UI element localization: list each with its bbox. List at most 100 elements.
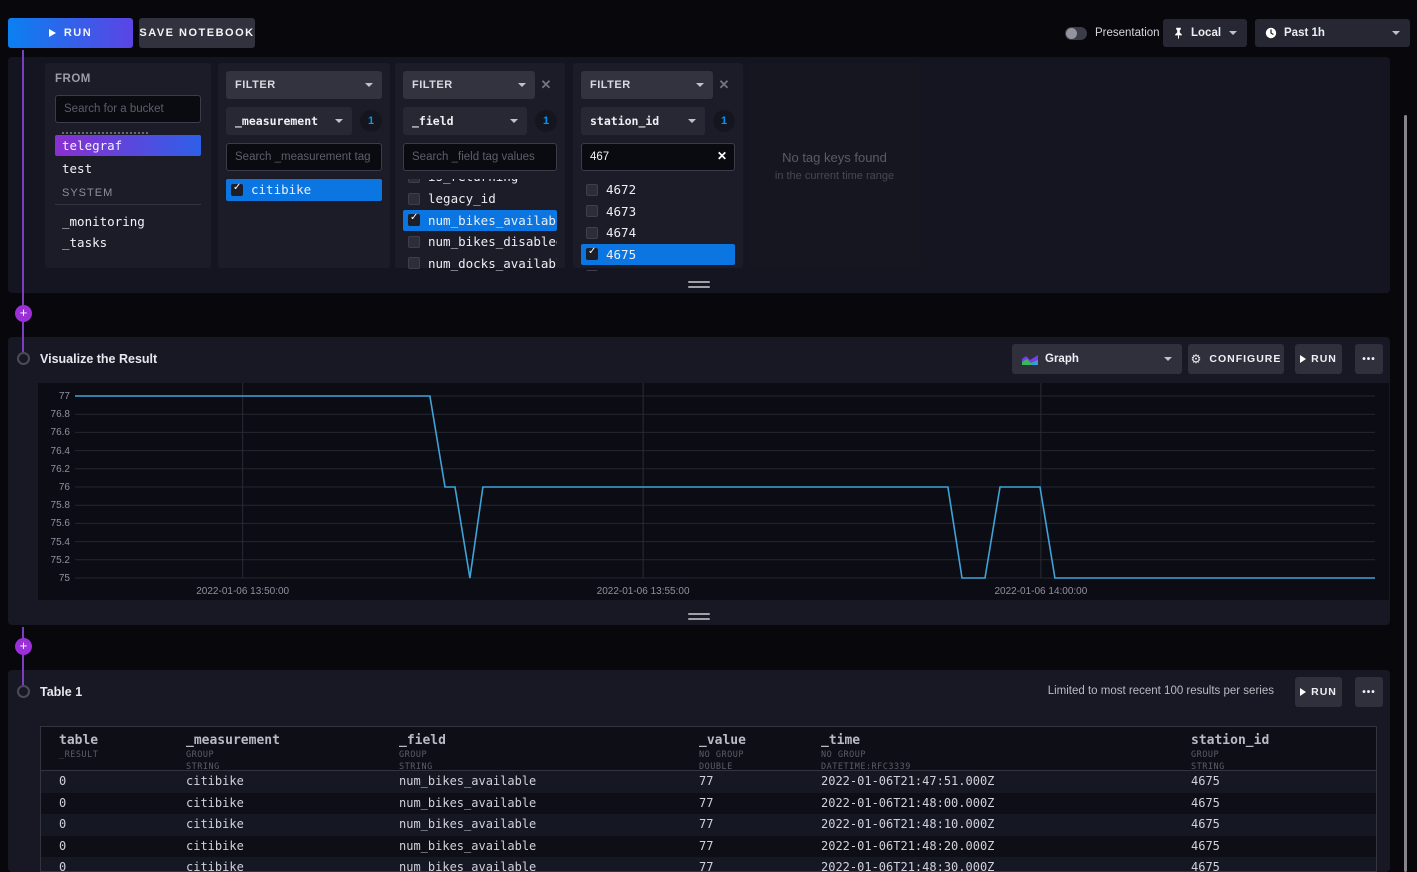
checkbox[interactable] xyxy=(408,179,420,183)
table-column-header: _timeNO GROUPDATETIME:RFC3339 xyxy=(803,727,1173,777)
close-icon[interactable]: ✕ xyxy=(535,77,557,93)
filter-value-row[interactable]: 4672 xyxy=(581,179,735,201)
checkbox[interactable] xyxy=(586,270,598,271)
play-icon xyxy=(1300,355,1306,363)
filter-value-row[interactable]: citibike xyxy=(226,179,382,201)
play-icon xyxy=(49,29,56,37)
table-cell: 4675 xyxy=(1173,836,1376,858)
chevron-down-icon xyxy=(1229,31,1237,35)
line-chart: 7776.876.676.476.27675.875.675.475.27520… xyxy=(38,383,1389,600)
filter-type-dropdown[interactable]: FILTER xyxy=(403,71,535,99)
station-search-input[interactable] xyxy=(581,143,735,171)
checkbox[interactable] xyxy=(586,227,598,239)
filter-value-row[interactable]: 4675 xyxy=(581,244,735,266)
filter-card-field: FILTER ✕ _field 1 is_returninglegacy_idn… xyxy=(395,63,565,268)
checkbox[interactable] xyxy=(408,236,420,248)
tag-key-dropdown[interactable]: _measurement xyxy=(226,107,352,135)
selected-count-badge: 1 xyxy=(360,110,382,132)
filter-type-dropdown[interactable]: FILTER xyxy=(226,71,382,99)
save-notebook-label: SAVE NOTEBOOK xyxy=(139,27,254,39)
play-icon xyxy=(1300,688,1306,696)
y-axis-tick-label: 75.6 xyxy=(38,518,70,529)
filter-value-label: num_bikes_available xyxy=(428,213,557,228)
add-cell-button[interactable]: + xyxy=(15,305,32,322)
y-axis-tick-label: 76.2 xyxy=(38,464,70,475)
close-icon[interactable]: ✕ xyxy=(713,77,735,93)
table-cell: num_bikes_available xyxy=(381,857,681,872)
checkbox[interactable] xyxy=(231,184,243,196)
time-range-label: Past 1h xyxy=(1284,27,1325,39)
filter-value-row[interactable]: num_bikes_disabled xyxy=(403,231,557,253)
filter-value-row[interactable]: 4673 xyxy=(581,201,735,223)
checkbox[interactable] xyxy=(586,205,598,217)
bucket-item[interactable]: _monitoring xyxy=(55,211,201,232)
checkbox[interactable] xyxy=(586,184,598,196)
filter-value-row[interactable]: is_returning xyxy=(403,179,557,188)
table-cell: 77 xyxy=(681,771,803,793)
bucket-item[interactable]: telegraf xyxy=(55,135,201,156)
pin-icon xyxy=(1173,27,1184,39)
measurement-search-input[interactable] xyxy=(226,143,382,171)
table-cell: 0 xyxy=(41,836,168,858)
run-cell-button[interactable]: RUN xyxy=(1295,344,1342,374)
table-cell: 77 xyxy=(681,857,803,872)
filter-value-row[interactable]: num_bikes_available xyxy=(403,210,557,232)
table-cell: 4675 xyxy=(1173,793,1376,815)
field-search-input[interactable] xyxy=(403,143,557,171)
filter-title: FILTER xyxy=(235,79,276,91)
x-axis-tick-label: 2022-01-06 14:00:00 xyxy=(971,586,1111,597)
filter-value-label: citibike xyxy=(251,182,311,197)
table-cell: 77 xyxy=(681,836,803,858)
filter-value-row[interactable]: num_docks_available xyxy=(403,253,557,275)
presentation-toggle[interactable] xyxy=(1065,27,1087,40)
tag-key-dropdown[interactable]: _field xyxy=(403,107,527,135)
run-cell-button[interactable]: RUN xyxy=(1295,677,1342,707)
table-column-header: _measurementGROUPSTRING xyxy=(168,727,381,777)
table-cell: 4675 xyxy=(1173,814,1376,836)
x-axis-tick-label: 2022-01-06 13:50:00 xyxy=(173,586,313,597)
timezone-label: Local xyxy=(1191,27,1221,39)
selected-count-badge: 1 xyxy=(713,110,735,132)
table-cell: citibike xyxy=(168,836,381,858)
checkbox[interactable] xyxy=(408,257,420,269)
more-options-button[interactable]: ••• xyxy=(1355,344,1383,374)
checkbox[interactable] xyxy=(408,193,420,205)
clear-search-icon[interactable]: ✕ xyxy=(717,149,727,163)
filter-value-label: is_returning xyxy=(428,179,518,184)
filter-type-dropdown[interactable]: FILTER xyxy=(581,71,713,99)
save-notebook-button[interactable]: SAVE NOTEBOOK xyxy=(139,18,255,48)
add-cell-button[interactable]: + xyxy=(15,638,32,655)
graph-icon xyxy=(1022,354,1038,365)
timezone-dropdown[interactable]: Local xyxy=(1163,19,1247,47)
visualization-type-dropdown[interactable]: Graph xyxy=(1012,344,1182,374)
run-notebook-button[interactable]: RUN xyxy=(8,18,133,48)
bucket-item[interactable]: test xyxy=(55,158,201,179)
y-axis-tick-label: 75.8 xyxy=(38,500,70,511)
more-options-button[interactable]: ••• xyxy=(1355,677,1383,707)
visualize-cell: Visualize the Result Graph ⚙ CONFIGURE R… xyxy=(8,337,1390,625)
table-row: 0citibikenum_bikes_available772022-01-06… xyxy=(41,814,1376,836)
filter-value-label: 4674 xyxy=(606,225,636,240)
page-scrollbar[interactable] xyxy=(1404,115,1407,872)
filter-value-label: 4675 xyxy=(606,247,636,262)
checkbox[interactable] xyxy=(586,248,598,260)
table-row: 0citibikenum_bikes_available772022-01-06… xyxy=(41,857,1376,872)
filter-value-row[interactable] xyxy=(581,265,735,271)
filter-value-row[interactable]: legacy_id xyxy=(403,188,557,210)
checkbox[interactable] xyxy=(408,214,420,226)
bucket-search-input[interactable] xyxy=(55,95,201,123)
filter-title: FILTER xyxy=(412,79,453,91)
ellipsis-icon: ••• xyxy=(1362,354,1376,365)
run-notebook-label: RUN xyxy=(64,27,92,39)
resize-handle[interactable] xyxy=(688,613,710,620)
tag-key-dropdown[interactable]: station_id xyxy=(581,107,705,135)
filter-value-row[interactable]: 4674 xyxy=(581,222,735,244)
bucket-item[interactable]: _tasks xyxy=(55,232,201,253)
y-axis-tick-label: 75.2 xyxy=(38,555,70,566)
gear-icon: ⚙ xyxy=(1191,353,1203,365)
time-range-dropdown[interactable]: Past 1h xyxy=(1255,19,1410,47)
resize-handle[interactable] xyxy=(688,281,710,288)
filter-title: FILTER xyxy=(590,79,631,91)
filter-value-label: num_docks_available xyxy=(428,256,557,271)
configure-button[interactable]: ⚙ CONFIGURE xyxy=(1188,344,1284,374)
